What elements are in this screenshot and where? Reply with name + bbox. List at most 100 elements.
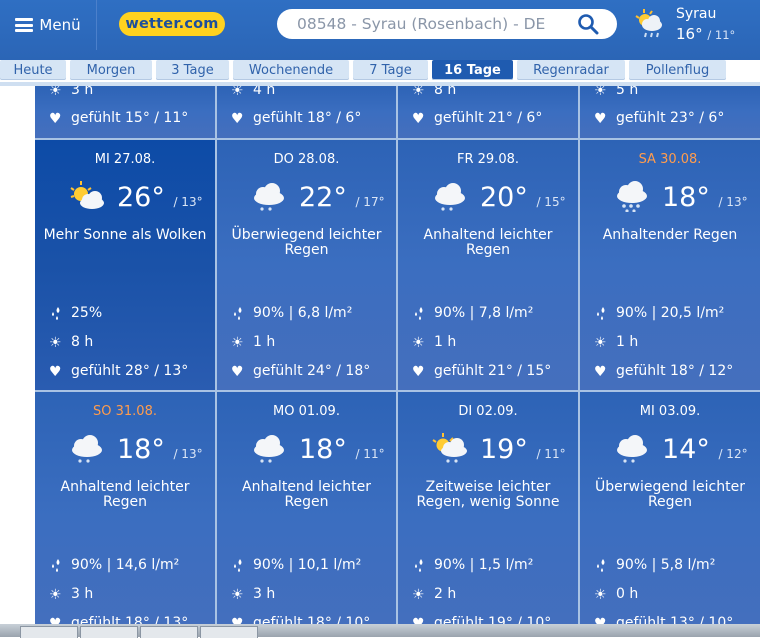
sun-cloud-rain-icon	[432, 433, 467, 463]
forecast-day-card[interactable]: MO 01.09. 18° / 11° Anhaltend leichter R…	[217, 392, 396, 637]
current-city[interactable]: Syrau	[676, 6, 716, 22]
forecast-description: Überwiegend leichter Regen	[231, 227, 382, 258]
tab-morgen[interactable]: Morgen	[70, 60, 152, 80]
hamburger-icon	[15, 18, 34, 32]
raindrops-icon	[415, 559, 423, 572]
rain-row: 90% | 6,8 l/m²	[231, 305, 352, 321]
forecast-temperature: 19° / 11°	[480, 434, 566, 465]
heart-icon: ♥	[594, 364, 607, 380]
taskbar-button[interactable]	[140, 626, 198, 638]
rain-value: 90% | 5,8 l/m²	[616, 557, 716, 573]
forecast-day-card[interactable]: MI 03.09. 14° / 12° Überwiegend leichter…	[580, 392, 760, 637]
forecast-day-card[interactable]: SA 30.08. 18° / 13° Anhaltender Regen 90…	[580, 140, 760, 390]
heart-icon: ♥	[231, 364, 244, 380]
taskbar-button[interactable]	[80, 626, 138, 638]
forecast-day-card[interactable]: FR 29.08. 20° / 15° Anhaltend leichter R…	[398, 140, 578, 390]
rain-row: 90% | 5,8 l/m²	[594, 557, 715, 573]
rain-value: 25%	[71, 305, 103, 321]
forecast-high: 26°	[117, 182, 165, 213]
cloud-rain-light-icon	[435, 183, 465, 211]
forecast-date: MI 03.09.	[639, 404, 701, 419]
sunshine-row: ☀ 0 h	[594, 586, 639, 603]
rain-value: 90% | 20,5 l/m²	[616, 305, 725, 321]
forecast-card-partial[interactable]: ☀ 8 h ♥ gefühlt 21° / 6°	[398, 86, 578, 138]
forecast-day-card[interactable]: SO 31.08. 18° / 13° Anhaltend leichter R…	[35, 392, 215, 637]
menu-label: Menü	[39, 16, 81, 34]
sun-icon: ☀	[594, 587, 607, 603]
rain-value: 90% | 10,1 l/m²	[253, 557, 362, 573]
sunshine-row: ☀ 3 h	[49, 86, 93, 99]
forecast-date: DI 02.09.	[458, 404, 518, 419]
forecast-temperature: 26° / 13°	[117, 182, 203, 213]
sun-cloud-icon	[70, 181, 104, 209]
sunshine-row: ☀ 8 h	[49, 334, 93, 351]
forecast-description: Zeitweise leichter Regen, wenig Sonne	[416, 479, 560, 510]
forecast-temperature: 22° / 17°	[299, 182, 385, 213]
forecast-day-card[interactable]: DI 02.09. 19° / 11° Zeitweise leichter R…	[398, 392, 578, 637]
rain-value: 90% | 7,8 l/m²	[434, 305, 534, 321]
raindrops-icon	[234, 307, 242, 320]
raindrops-icon	[597, 559, 605, 572]
forecast-high: 14°	[662, 434, 710, 465]
sunshine-row: ☀ 3 h	[49, 586, 94, 603]
forecast-low: / 11°	[536, 447, 566, 461]
heart-icon: ♥	[412, 111, 425, 127]
menu-button[interactable]: Menü	[0, 0, 97, 50]
sunshine-row: ☀ 8 h	[412, 86, 456, 99]
forecast-card-partial[interactable]: ☀ 5 h ♥ gefühlt 23° / 6°	[580, 86, 760, 138]
raindrops-icon	[415, 307, 423, 320]
heart-icon: ♥	[231, 111, 244, 127]
forecast-low: / 12°	[718, 447, 748, 461]
forecast-high: 20°	[480, 182, 528, 213]
forecast-day-card[interactable]: MI 27.08. 26° / 13° Mehr Sonne als Wolke…	[35, 140, 215, 390]
tab-heute[interactable]: Heute	[0, 60, 66, 80]
sunshine-value: 2 h	[434, 586, 457, 602]
tab-wochenende[interactable]: Wochenende	[233, 60, 349, 80]
forecast-grid: ☀ 3 h ♥ gefühlt 15° / 11° ☀ 4 h ♥ gefühlt 18…	[35, 86, 760, 637]
rain-value: 90% | 6,8 l/m²	[253, 305, 353, 321]
forecast-card-partial[interactable]: ☀ 4 h ♥ gefühlt 18° / 6°	[217, 86, 396, 138]
tab-7-tage[interactable]: 7 Tage	[353, 60, 428, 80]
cloud-rain-light-icon	[254, 435, 284, 463]
felt-temp-row: ♥ gefühlt 21° / 15°	[412, 363, 551, 380]
rain-row: 90% | 20,5 l/m²	[594, 305, 724, 321]
cloud-rain-light-icon	[72, 435, 102, 463]
taskbar-button[interactable]	[200, 626, 258, 638]
forecast-date: DO 28.08.	[273, 152, 340, 167]
sunshine-row: ☀ 1 h	[594, 334, 638, 351]
sunshine-value: 3 h	[71, 586, 94, 602]
raindrops-icon	[597, 307, 605, 320]
raindrops-icon	[234, 559, 242, 572]
location-search-field[interactable]: 08548 - Syrau (Rosenbach) - DE	[277, 9, 617, 39]
forecast-temperature: 20° / 15°	[480, 182, 566, 213]
forecast-low: / 11°	[355, 447, 385, 461]
forecast-low: / 17°	[355, 195, 385, 209]
sun-icon: ☀	[412, 86, 425, 99]
taskbar-button[interactable]	[20, 626, 78, 638]
sunshine-row: ☀ 1 h	[231, 334, 275, 351]
tab-regenradar[interactable]: Regenradar	[517, 60, 625, 80]
felt-temp-value: gefühlt 18° / 12°	[616, 363, 734, 379]
sunshine-value: 0 h	[616, 586, 639, 602]
forecast-description: Überwiegend leichter Regen	[595, 479, 745, 510]
current-high: 16°	[676, 25, 703, 43]
forecast-card-partial[interactable]: ☀ 3 h ♥ gefühlt 15° / 11°	[35, 86, 215, 138]
sun-icon: ☀	[594, 335, 607, 351]
raindrops-icon	[52, 559, 60, 572]
forecast-date: FR 29.08.	[457, 152, 519, 167]
sunshine-row: ☀ 4 h	[231, 86, 275, 99]
forecast-description: Anhaltender Regen	[602, 227, 738, 243]
tab-16-tage[interactable]: 16 Tage	[432, 60, 513, 80]
forecast-description: Mehr Sonne als Wolken	[43, 227, 207, 243]
search-icon[interactable]	[577, 13, 599, 35]
sun-cloud-rain-icon	[635, 9, 662, 38]
search-value: 08548 - Syrau (Rosenbach) - DE	[297, 15, 546, 33]
raindrops-icon	[52, 307, 60, 320]
tab-pollenflug[interactable]: Pollenflug	[629, 60, 726, 80]
forecast-day-card[interactable]: DO 28.08. 22° / 17° Überwiegend leichter…	[217, 140, 396, 390]
sun-icon: ☀	[231, 587, 244, 603]
tab-3-tage[interactable]: 3 Tage	[156, 60, 229, 80]
forecast-low: / 13°	[173, 447, 203, 461]
site-logo[interactable]: wetter.com	[119, 12, 225, 36]
sunshine-row: ☀ 5 h	[594, 86, 638, 99]
